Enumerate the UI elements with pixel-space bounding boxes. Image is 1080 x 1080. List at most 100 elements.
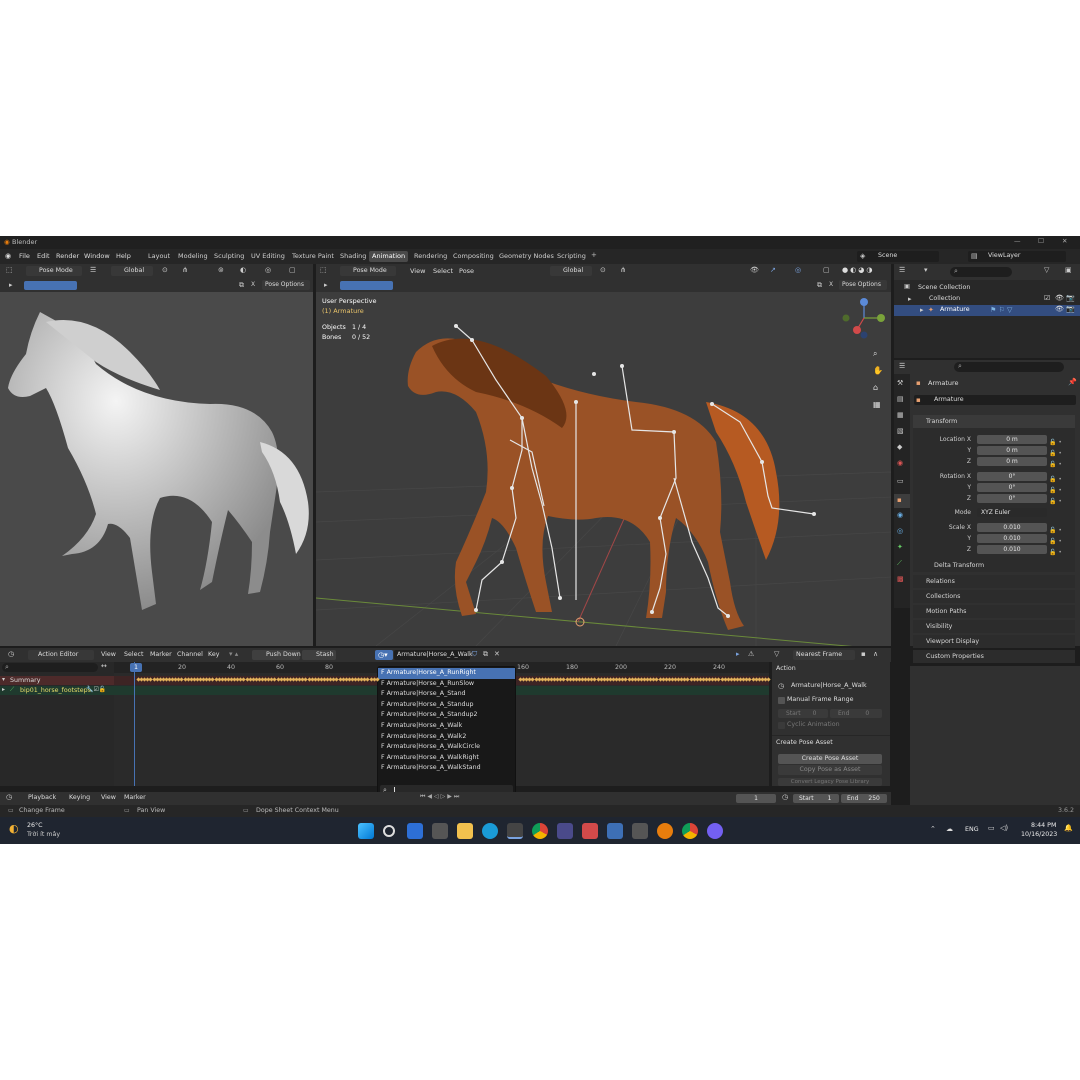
viewport-display-panel[interactable]: Viewport Display [913,635,1075,648]
app-icon-gear[interactable] [632,823,648,839]
warning-icon[interactable]: ⚠ [748,651,754,658]
scene-selector[interactable]: ◈ Scene [857,251,939,262]
main-menu-select[interactable]: Select [433,268,453,275]
outliner-display-icon[interactable]: ▾ [924,267,928,274]
create-pose-asset-button[interactable]: Create Pose Asset [778,754,882,764]
timeline-menu-view[interactable]: View [101,794,116,801]
range-end-field[interactable]: End 0 [830,709,882,718]
location-z-field[interactable]: 0 m [977,457,1047,466]
properties-search-input[interactable]: ⌕ [954,362,1064,372]
language-indicator[interactable]: ENG [965,826,979,833]
left-orientation-selector[interactable]: Global [111,266,153,276]
main-snap-icon[interactable]: ⋔ [620,267,626,274]
menu-edit[interactable]: Edit [37,253,50,260]
current-frame-field[interactable]: 1 [736,794,776,803]
duplicate-action-icon[interactable]: ⧉ [483,651,488,658]
constraint-tab-icon[interactable]: ◎ [897,528,903,535]
delta-transform-subpanel[interactable]: Delta Transform [913,560,1075,572]
summary-channel[interactable]: ▾ Summary [0,676,114,685]
ae-menu-marker[interactable]: Marker [150,651,172,658]
main-mirror-icon[interactable]: ⧉ [817,282,822,289]
dropdown-item-runright[interactable]: F Armature|Horse_A_RunRight [378,668,515,679]
rotation-lock-icons[interactable]: 🔓 • 🔓 • 🔓 • [1049,474,1062,507]
overlay-icon[interactable]: ◎ [265,267,271,274]
windows-start-icon[interactable] [358,823,374,839]
main-orientation-selector[interactable]: Global [550,266,592,276]
transform-panel-header[interactable]: Transform [913,415,1075,428]
main-select-tool-icon[interactable]: ▸ [324,282,328,289]
location-x-field[interactable]: 0 m [977,435,1047,444]
manual-range-checkbox[interactable] [778,697,785,704]
chrome-alt-icon[interactable] [682,823,698,839]
keyframe-diamond[interactable] [766,677,771,682]
left-mode-selector[interactable]: Pose Mode [26,266,82,276]
browse-action-button[interactable]: ◷▾ [375,650,393,660]
footsteps-channel[interactable]: ▸ ⟋ bip01_horse_footsteps 🔧☑🔓 [0,686,114,695]
dropdown-item-stand[interactable]: F Armature|Horse_A_Stand [378,689,515,700]
rotation-x-field[interactable]: 0° [977,472,1047,481]
menu-render[interactable]: Render [56,253,79,260]
blender-taskbar-icon[interactable] [657,823,673,839]
scene-tab-icon[interactable]: ◆ [897,444,902,451]
close-icon[interactable]: ✕ [1062,238,1067,245]
tab-sculpting[interactable]: Sculpting [211,251,247,262]
main-pivot-icon[interactable]: ⊙ [600,267,606,274]
clock-icon[interactable]: ◷ [782,794,788,801]
gizmo-icon[interactable]: ↗ [770,267,776,274]
notification-bell-icon[interactable]: 🔔 [1064,825,1073,832]
stash-button[interactable]: Stash [302,650,336,660]
minimize-icon[interactable]: — [1014,238,1021,245]
scale-lock-icons[interactable]: 🔓 • 🔓 • 🔓 • [1049,525,1062,558]
world-tab-icon[interactable]: ◉ [897,460,903,467]
collection-camera-icon[interactable]: 📷 [1066,295,1075,302]
new-collection-icon[interactable]: ▣ [1065,267,1072,274]
scale-y-field[interactable]: 0.010 [977,534,1047,543]
chrome-icon[interactable] [532,823,548,839]
onedrive-cloud-icon[interactable]: ☁ [946,826,953,833]
tray-chevron-icon[interactable]: ⌃ [930,826,936,833]
clock-time[interactable]: 8:44 PM [1031,822,1056,829]
tab-rendering[interactable]: Rendering [411,251,450,262]
snap-mode-select[interactable]: Nearest Frame [793,650,855,660]
playback-controls[interactable]: ⏮◀◁▷▶⏭ [420,794,461,800]
output-tab-icon[interactable]: ▦ [897,412,904,419]
dopesheet-icon[interactable]: ◷ [8,651,14,658]
main-menu-pose[interactable]: Pose [459,268,474,275]
expand-chevron-icon[interactable]: ▸ [920,307,924,314]
tab-uv-editing[interactable]: UV Editing [248,251,288,262]
proportional-edit-icon[interactable]: ▪ [861,651,866,658]
armature-camera-icon[interactable]: 📷 [1066,306,1075,313]
modifier-tab-icon[interactable]: ◉ [897,512,903,519]
collection-eye-icon[interactable]: 👁 [1055,295,1064,302]
rotation-y-field[interactable]: 0° [977,483,1047,492]
dropdown-item-standup2[interactable]: F Armature|Horse_A_Standup2 [378,710,515,721]
select-mode-buttons[interactable] [24,281,77,290]
search-icon[interactable] [383,825,395,837]
timeline-editor-icon[interactable]: ◷ [6,794,12,801]
ae-menu-key[interactable]: Key [208,651,219,658]
main-x-mirror-toggle[interactable]: X [829,282,833,288]
left-viewport[interactable] [0,292,313,646]
collections-panel[interactable]: Collections [913,590,1075,603]
data-tab-icon[interactable]: ✦ [897,544,903,551]
tab-animation[interactable]: Animation [369,251,409,262]
mirror-icon[interactable]: ⧉ [239,282,244,289]
blender-menu-icon[interactable]: ◉ [5,253,11,260]
convert-legacy-button[interactable]: Convert Legacy Pose Library [778,778,882,786]
channel-toggle-icons[interactable]: 🔧☑🔓 [86,687,106,693]
snap-icon[interactable]: ⋔ [182,267,188,274]
playhead-line[interactable] [134,662,135,786]
menu-file[interactable]: File [19,253,30,260]
dropdown-item-runslow[interactable]: F Armature|Horse_A_RunSlow [378,679,515,690]
tab-layout[interactable]: Layout [145,251,173,262]
collection-tab-icon[interactable]: ▭ [897,478,904,485]
add-workspace-icon[interactable]: + [591,252,597,259]
outliner-search-input[interactable]: ⌕ [950,267,1012,277]
keyframe-lock-icons[interactable]: 🔓 • 🔓 • 🔓 • [1049,437,1062,470]
zoom-icon[interactable]: ⌕ [873,350,877,358]
snipping-tool-icon[interactable] [507,823,523,839]
widgets-icon[interactable] [407,823,423,839]
dropdown-item-walkcircle[interactable]: F Armature|Horse_A_WalkCircle [378,742,515,753]
timeline-menu-playback[interactable]: Playback [28,794,56,801]
store-icon[interactable] [557,823,573,839]
